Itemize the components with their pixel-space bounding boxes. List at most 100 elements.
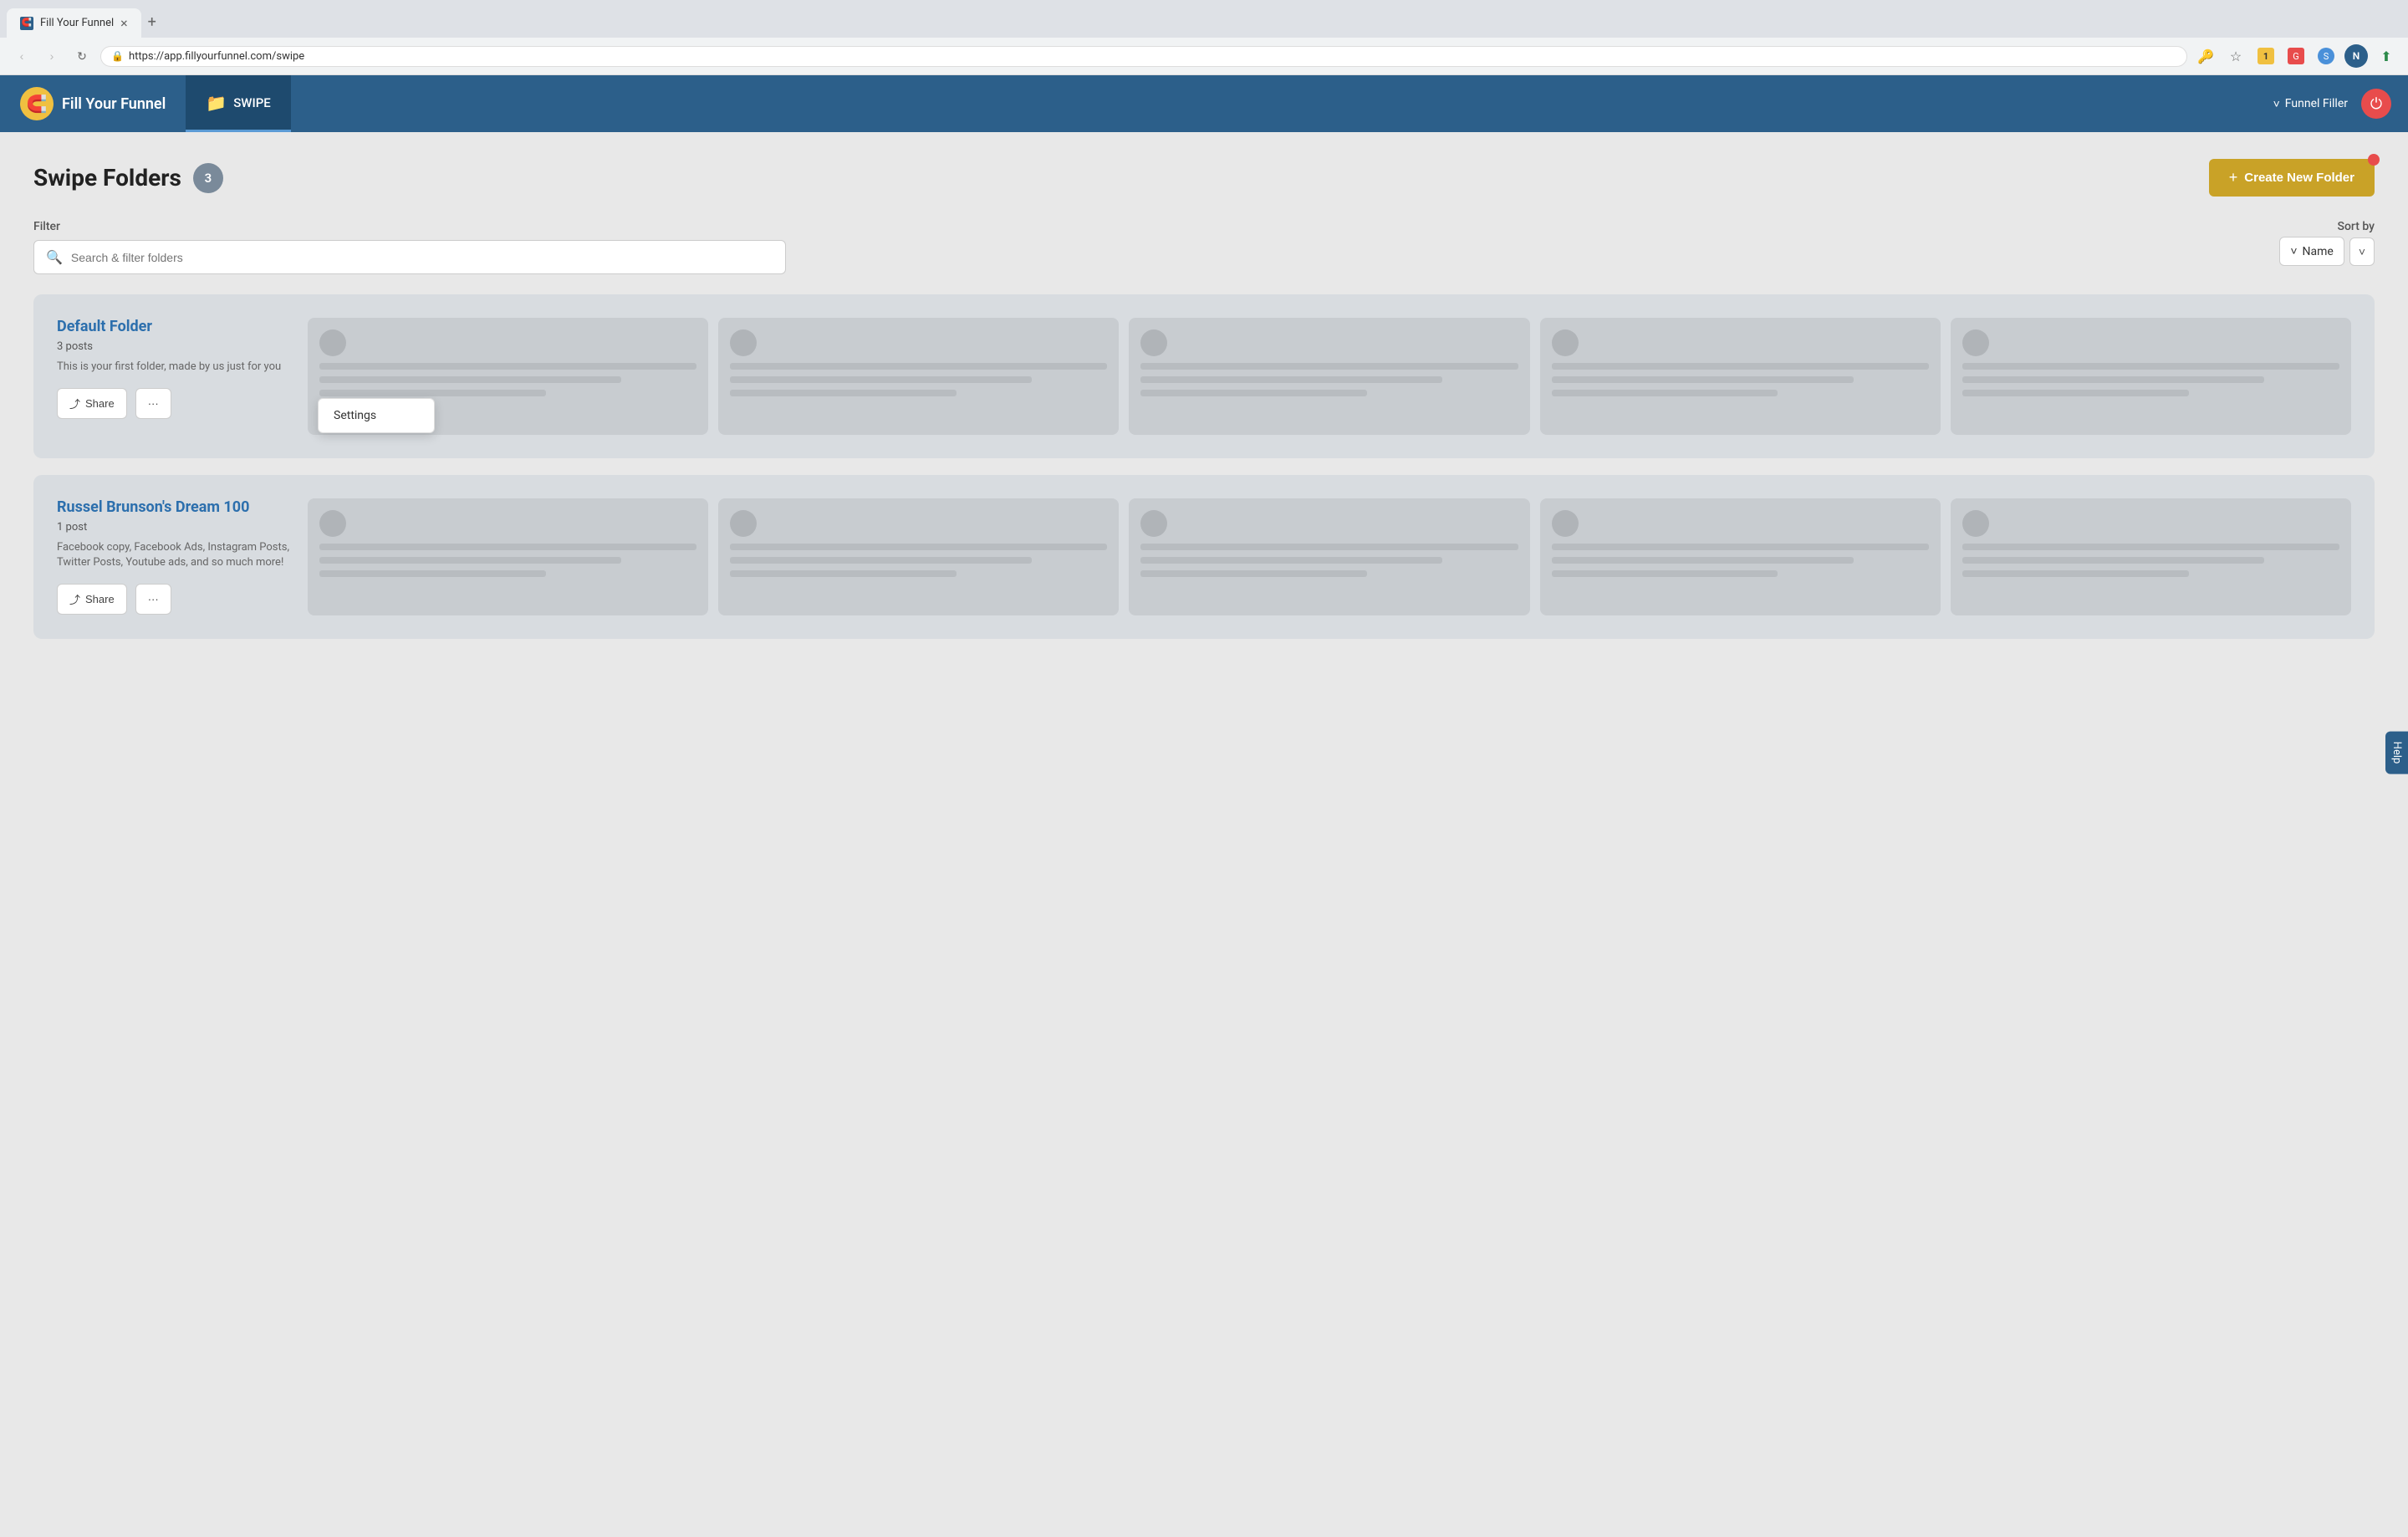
search-input[interactable] [71,251,773,264]
sort-direction-icon: ˅ [2359,245,2365,258]
app-logo-icon: 🧲 [20,87,54,120]
nav-swipe-label: SWIPE [233,95,271,110]
folder-previews-default [308,318,2351,435]
folder-card-russel: Russel Brunson's Dream 100 1 post Facebo… [33,475,2375,639]
preview-avatar-r1 [319,510,346,537]
nav-swipe[interactable]: 📁 SWIPE [186,75,291,132]
main-content: Swipe Folders 3 + Create New Folder Filt… [0,132,2408,1537]
create-folder-plus-icon: + [2229,169,2238,186]
tab-favicon: 🧲 [20,17,33,30]
preview-line-1 [319,363,696,370]
preview-line-11 [1552,376,1854,383]
search-icon: 🔍 [46,249,63,265]
folder-name-russel[interactable]: Russel Brunson's Dream 100 [57,498,291,516]
power-btn[interactable]: ⏻ [2361,89,2391,119]
more-button-russel[interactable]: ··· [135,584,171,615]
chevron-down-icon: ˅ [2273,97,2280,111]
tab-close-btn[interactable]: × [120,15,128,31]
folder-name-default[interactable]: Default Folder [57,318,291,335]
help-label: Help [2390,742,2403,764]
search-bar[interactable]: 🔍 [33,240,786,274]
preview-line-4 [730,363,1107,370]
preview-line-r12 [1552,570,1778,577]
key-icon[interactable]: 🔑 [2194,44,2217,68]
share-icon-russel: ⤴ [69,591,80,607]
more-button-default[interactable]: ··· [135,388,171,419]
app-logo-text: Fill Your Funnel [62,95,166,113]
context-menu-settings[interactable]: Settings [319,399,434,432]
preview-line-r15 [1962,570,2189,577]
help-tab[interactable]: Help [2385,732,2408,774]
preview-avatar-2 [730,329,757,356]
sort-chevron-icon: ˅ [2290,244,2297,258]
share-button-default[interactable]: ⤴ Share [57,388,127,419]
preview-line-8 [1140,376,1442,383]
browser-tabs: 🧲 Fill Your Funnel × + [0,0,2408,38]
preview-line-r7 [1140,544,1518,550]
preview-card-r4 [1540,498,1941,615]
preview-line-5 [730,376,1032,383]
notification-dot [2368,154,2380,166]
tab-title: Fill Your Funnel [40,17,114,29]
browser-toolbar: ‹ › ↻ 🔒 https://app.fillyourfunnel.com/s… [0,38,2408,74]
preview-card-r1 [308,498,708,615]
back-btn[interactable]: ‹ [10,44,33,68]
reload-btn[interactable]: ↻ [70,44,94,68]
folder-actions-default: ⤴ Share ··· [57,388,291,419]
page-title: Swipe Folders [33,164,181,191]
update-icon[interactable]: ⬆ [2375,44,2398,68]
forward-btn[interactable]: › [40,44,64,68]
preview-line-13 [1962,363,2339,370]
context-menu-default: Settings [318,398,435,433]
extension-icon-2[interactable]: G [2284,44,2308,68]
preview-line-2 [319,376,621,383]
folder-count-badge: 3 [193,163,223,193]
preview-card-r5 [1951,498,2351,615]
preview-line-r10 [1552,544,1929,550]
sort-direction-button[interactable]: ˅ [2349,237,2375,266]
folder-posts-default: 3 posts [57,340,291,353]
user-avatar[interactable]: N [2344,44,2368,68]
funnel-filler-label: Funnel Filler [2285,97,2348,110]
share-button-russel[interactable]: ⤴ Share [57,584,127,615]
new-tab-btn[interactable]: + [141,7,163,38]
filter-label: Filter [33,220,2279,233]
preview-line-r8 [1140,557,1442,564]
preview-line-r14 [1962,557,2264,564]
create-folder-label: Create New Folder [2244,171,2354,185]
preview-line-r1 [319,544,696,550]
preview-line-9 [1140,390,1367,396]
preview-avatar-r2 [730,510,757,537]
preview-line-15 [1962,390,2189,396]
preview-avatar-5 [1962,329,1989,356]
page-header: Swipe Folders 3 + Create New Folder [33,159,2375,197]
toolbar-right: 🔑 ☆ 1 G S N ⬆ [2194,44,2398,68]
filter-section: Filter 🔍 [33,220,2279,274]
preview-line-12 [1552,390,1778,396]
preview-line-r3 [319,570,546,577]
power-icon: ⏻ [2370,95,2382,113]
preview-line-r9 [1140,570,1367,577]
folder-posts-russel: 1 post [57,521,291,534]
extension-icon-3[interactable]: S [2314,44,2338,68]
preview-line-r13 [1962,544,2339,550]
bookmark-icon[interactable]: ☆ [2224,44,2247,68]
funnel-filler-btn[interactable]: ˅ Funnel Filler [2273,97,2348,111]
preview-card-r2 [718,498,1119,615]
extension-icon-1[interactable]: 1 [2254,44,2278,68]
sort-dropdown[interactable]: ˅ Name [2279,237,2344,266]
folder-desc-russel: Facebook copy, Facebook Ads, Instagram P… [57,540,291,570]
sort-current-value: Name [2303,245,2334,258]
address-bar[interactable]: 🔒 https://app.fillyourfunnel.com/swipe [100,46,2187,67]
browser-tab-active[interactable]: 🧲 Fill Your Funnel × [7,8,141,38]
preview-avatar-3 [1140,329,1167,356]
preview-line-r11 [1552,557,1854,564]
app-logo[interactable]: 🧲 Fill Your Funnel [0,75,186,132]
preview-card-2 [718,318,1119,435]
create-folder-button[interactable]: + Create New Folder [2209,159,2375,197]
preview-avatar-1 [319,329,346,356]
preview-card-4 [1540,318,1941,435]
preview-card-5 [1951,318,2351,435]
preview-line-3 [319,390,546,396]
url-text: https://app.fillyourfunnel.com/swipe [129,50,304,63]
